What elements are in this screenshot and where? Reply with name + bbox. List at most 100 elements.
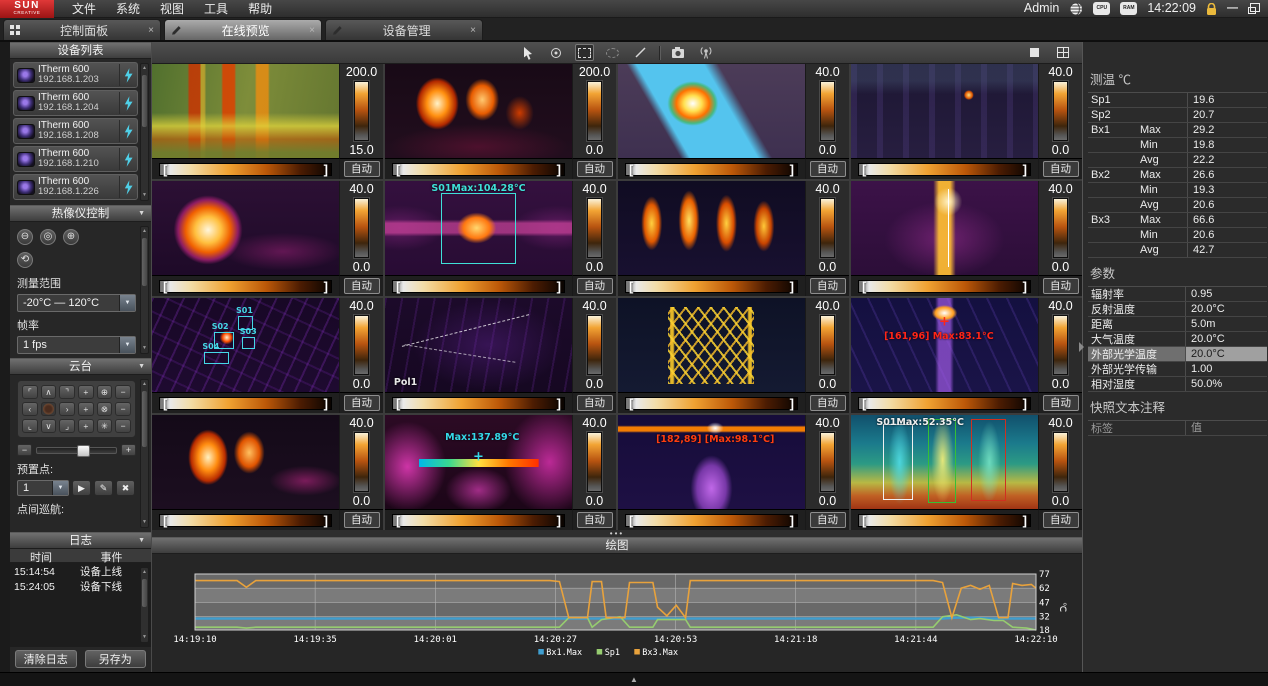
scroll-up-icon[interactable]: ▲: [141, 381, 148, 388]
auto-button[interactable]: 自动: [577, 512, 613, 528]
auto-button[interactable]: 自动: [344, 395, 380, 411]
video-cell-14[interactable]: Max:137.89°C+40.00.0[]自动: [385, 415, 616, 530]
palette-bar[interactable]: [820, 81, 835, 141]
param-row[interactable]: 辐射率0.95: [1088, 287, 1267, 302]
measure-row[interactable]: Avg22.2: [1088, 153, 1267, 168]
camera-panel-header[interactable]: 热像仪控制▼: [10, 205, 151, 222]
zoom-icon[interactable]: ⊕: [97, 385, 113, 399]
measure-row[interactable]: Sp119.6: [1088, 93, 1267, 108]
range-strip[interactable]: []: [858, 280, 1031, 293]
scrollbar[interactable]: ▲▼: [140, 63, 149, 201]
device-item[interactable]: ITherm 600192.168.1.204: [13, 90, 138, 116]
tab-1[interactable]: 在线预览×: [164, 19, 322, 40]
tab-close-icon[interactable]: ×: [148, 25, 154, 36]
save-as-button[interactable]: 另存为: [85, 650, 147, 668]
auto-button[interactable]: 自动: [577, 278, 613, 294]
lightning-icon[interactable]: [120, 152, 135, 167]
restore-button[interactable]: [1248, 3, 1260, 14]
ellipse-tool-icon[interactable]: [603, 44, 622, 61]
auto-button[interactable]: 自动: [810, 395, 846, 411]
param-row[interactable]: 外部光学传输1.00: [1088, 362, 1267, 377]
scrollbar-thumb[interactable]: [142, 579, 147, 607]
scroll-down-icon[interactable]: ▼: [141, 192, 148, 199]
preset-delete-button[interactable]: ✖: [116, 480, 135, 496]
scrollbar[interactable]: ▲▼: [140, 379, 149, 528]
scrollbar-thumb[interactable]: [142, 75, 147, 127]
focus-far-button[interactable]: ⊕: [63, 229, 79, 245]
speed-plus-button[interactable]: +: [121, 444, 136, 456]
lightning-icon[interactable]: [120, 68, 135, 83]
focus-minus-button[interactable]: −: [115, 402, 131, 416]
lightning-icon[interactable]: [120, 180, 135, 195]
video-cell-3[interactable]: 40.00.0[]自动: [618, 64, 849, 179]
video-cell-5[interactable]: 40.00.0[]自动: [152, 181, 383, 296]
video-cell-16[interactable]: S01Max:52.35°C40.00.0[]自动: [851, 415, 1082, 530]
measure-row[interactable]: Min19.3: [1088, 183, 1267, 198]
single-view-icon[interactable]: [1025, 44, 1044, 61]
range-strip[interactable]: []: [625, 514, 798, 527]
auto-button[interactable]: 自动: [344, 512, 380, 528]
auto-button[interactable]: 自动: [810, 512, 846, 528]
video-cell-1[interactable]: 200.015.0[]自动: [152, 64, 383, 179]
preset-edit-button[interactable]: ✎: [94, 480, 113, 496]
measure-row[interactable]: Bx3Max66.6: [1088, 213, 1267, 228]
auto-button[interactable]: 自动: [344, 161, 380, 177]
device-item[interactable]: ITherm 600192.168.1.210: [13, 146, 138, 172]
device-item[interactable]: ITherm 600192.168.1.226: [13, 174, 138, 200]
measure-row[interactable]: Avg20.6: [1088, 198, 1267, 213]
speed-track[interactable]: [36, 447, 117, 454]
video-cell-13[interactable]: 40.00.0[]自动: [152, 415, 383, 530]
video-cell-6[interactable]: S01Max:104.28°C40.00.0[]自动: [385, 181, 616, 296]
range-strip[interactable]: []: [858, 397, 1031, 410]
tab-0[interactable]: 控制面板×: [3, 19, 161, 40]
palette-bar[interactable]: [354, 81, 369, 141]
measure-row[interactable]: Sp220.7: [1088, 108, 1267, 123]
scrollbar[interactable]: ▲▼: [140, 226, 149, 354]
fps-select[interactable]: 1 fps ▼: [17, 336, 136, 354]
lightning-icon[interactable]: [120, 124, 135, 139]
menu-item-4[interactable]: 帮助: [248, 0, 272, 17]
palette-bar[interactable]: [587, 432, 602, 492]
video-cell-4[interactable]: 40.00.0[]自动: [851, 64, 1082, 179]
auto-button[interactable]: 自动: [1043, 512, 1079, 528]
param-row[interactable]: 外部光学温度20.0°C: [1088, 347, 1267, 362]
measure-row[interactable]: Avg42.7: [1088, 243, 1267, 258]
video-cell-7[interactable]: 40.00.0[]自动: [618, 181, 849, 296]
pan-right-button[interactable]: ›: [59, 402, 75, 416]
device-panel-header[interactable]: 设备列表: [10, 42, 151, 59]
param-row[interactable]: 距离5.0m: [1088, 317, 1267, 332]
param-row[interactable]: 大气温度20.0°C: [1088, 332, 1267, 347]
param-row[interactable]: 相对湿度50.0%: [1088, 377, 1267, 392]
scroll-up-icon[interactable]: ▲: [141, 65, 148, 72]
palette-bar[interactable]: [820, 432, 835, 492]
auto-button[interactable]: 自动: [577, 161, 613, 177]
panel-splitter-handle[interactable]: [1079, 342, 1084, 352]
chevron-down-icon[interactable]: ▼: [52, 481, 68, 495]
palette-bar[interactable]: [1053, 81, 1068, 141]
preset-go-button[interactable]: ▶: [72, 480, 91, 496]
pan-up-button[interactable]: ∧: [41, 385, 57, 399]
multi-view-icon[interactable]: [1053, 44, 1072, 61]
palette-bar[interactable]: [1053, 315, 1068, 375]
param-row[interactable]: 反射温度20.0°C: [1088, 302, 1267, 317]
scrollbar[interactable]: ▲▼: [140, 567, 149, 643]
pan-down-left-button[interactable]: ⌞: [22, 419, 38, 433]
minimize-button[interactable]: —: [1227, 2, 1238, 14]
scroll-up-icon[interactable]: ▲: [141, 569, 148, 576]
pan-up-right-button[interactable]: ⌝: [59, 385, 75, 399]
preset-select[interactable]: 1 ▼: [17, 480, 69, 496]
menu-item-3[interactable]: 工具: [204, 0, 228, 17]
snapshot-tool-icon[interactable]: [669, 44, 688, 61]
plot-panel-header[interactable]: 绘图: [152, 537, 1082, 554]
focus-icon[interactable]: ⊗: [97, 402, 113, 416]
palette-bar[interactable]: [354, 198, 369, 258]
rect-tool-icon[interactable]: [575, 44, 594, 61]
measure-row[interactable]: Min19.8: [1088, 138, 1267, 153]
auto-button[interactable]: 自动: [1043, 161, 1079, 177]
menu-item-1[interactable]: 系统: [116, 0, 140, 17]
chevron-down-icon[interactable]: ▼: [119, 295, 135, 311]
video-cell-2[interactable]: 200.00.0[]自动: [385, 64, 616, 179]
scrollbar-thumb[interactable]: [142, 391, 147, 447]
video-cell-12[interactable]: [161,96] Max:83.1°C+40.00.0[]自动: [851, 298, 1082, 413]
palette-bar[interactable]: [587, 198, 602, 258]
